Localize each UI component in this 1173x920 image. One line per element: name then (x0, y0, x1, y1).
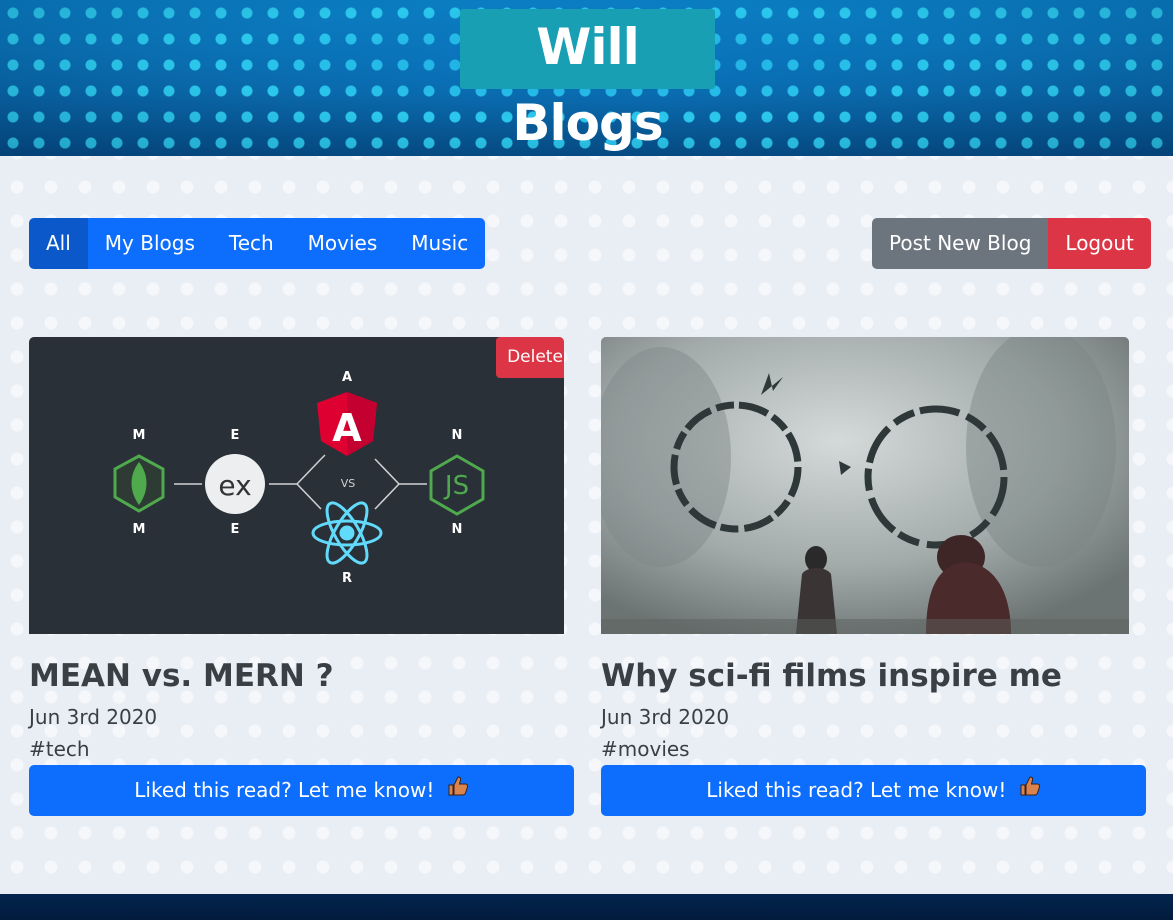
post-new-blog-button[interactable]: Post New Blog (872, 218, 1049, 269)
diagram-letter: E (231, 428, 240, 443)
like-button[interactable]: Liked this read? Let me know! (601, 765, 1146, 816)
filter-music-button[interactable]: Music (394, 218, 486, 269)
blog-tag[interactable]: #tech (29, 736, 574, 762)
nodejs-label: JS (443, 471, 469, 501)
diagram-letter: N (452, 428, 463, 443)
diagram-letter: R (342, 571, 352, 586)
like-button[interactable]: Liked this read? Let me know! (29, 765, 574, 816)
like-button-label: Liked this read? Let me know! (134, 778, 435, 802)
account-actions: Post New Blog Logout (872, 218, 1151, 269)
site-title[interactable]: Will Blogs (460, 9, 715, 152)
blog-date: Jun 3rd 2020 (29, 705, 158, 729)
vs-label: VS (341, 477, 356, 490)
mean-vs-mern-diagram: M M E E A R N N ex A VS JS (113, 370, 485, 586)
diagram-letter: E (231, 522, 240, 537)
diagram-letter: N (452, 522, 463, 537)
blog-date: Jun 3rd 2020 (601, 705, 730, 729)
filter-my-blogs-button[interactable]: My Blogs (87, 218, 212, 269)
blog-title[interactable]: MEAN vs. MERN ? (29, 656, 574, 696)
delete-post-button[interactable]: Delete (496, 337, 564, 378)
logout-button[interactable]: Logout (1048, 218, 1151, 269)
diagram-letter: M (133, 522, 146, 537)
arrival-film-still (601, 337, 1129, 634)
express-icon: ex (205, 454, 265, 514)
diagram-letter: A (342, 370, 352, 385)
react-icon (311, 501, 383, 565)
category-filter-group: All My Blogs Tech Movies Music (29, 218, 486, 269)
angular-icon: A (317, 392, 377, 456)
like-button-label: Liked this read? Let me know! (706, 778, 1007, 802)
filter-all-button[interactable]: All (29, 218, 88, 269)
footer (0, 894, 1173, 920)
blog-cover-image[interactable] (601, 337, 1129, 634)
blog-card: Why sci-fi films inspire me Jun 3rd 2020… (601, 337, 1146, 816)
angular-letter: A (332, 406, 362, 450)
diagram-letter: M (133, 428, 146, 443)
express-label: ex (218, 469, 251, 502)
filter-movies-button[interactable]: Movies (290, 218, 395, 269)
thumbs-up-icon (447, 765, 469, 816)
mongodb-icon (113, 454, 165, 513)
nodejs-icon: JS (429, 454, 485, 516)
blog-tag[interactable]: #movies (601, 736, 1146, 762)
filter-tech-button[interactable]: Tech (211, 218, 291, 269)
blog-card: M M E E A R N N ex A VS JS Delete MEAN v… (29, 337, 574, 816)
header-banner: Will Blogs (0, 0, 1173, 156)
blog-cover-image[interactable]: M M E E A R N N ex A VS JS Delete (29, 337, 564, 634)
blog-title[interactable]: Why sci-fi films inspire me (601, 656, 1146, 696)
thumbs-up-icon (1019, 765, 1041, 816)
